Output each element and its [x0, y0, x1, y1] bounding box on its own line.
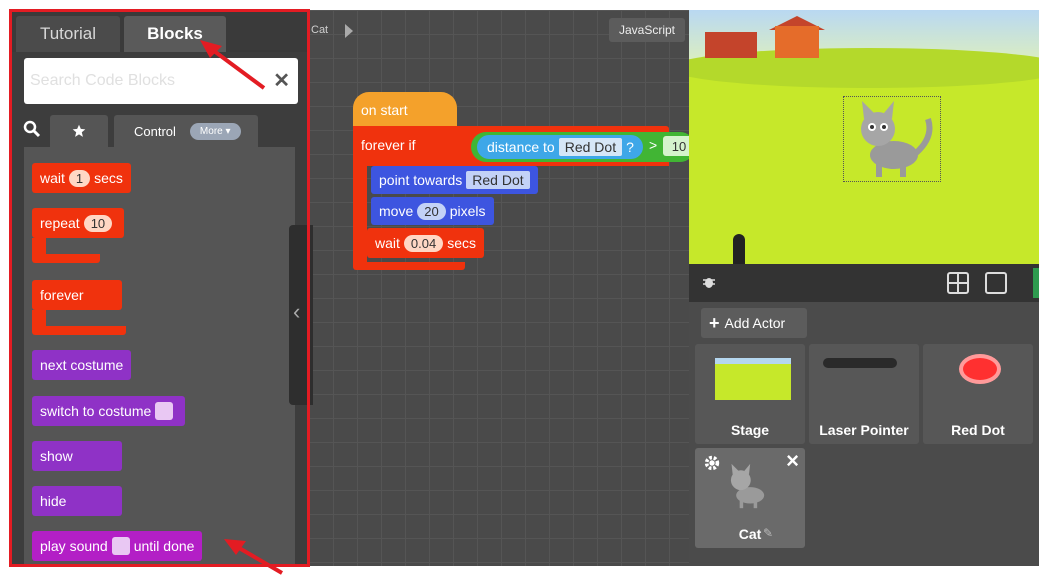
- actor-name: Red Dot: [951, 422, 1005, 438]
- cat-sprite[interactable]: [843, 96, 941, 182]
- wait-unit-workspace: secs: [447, 235, 477, 251]
- actor-card-red-dot[interactable]: Red Dot: [923, 344, 1033, 444]
- gear-icon[interactable]: [703, 454, 721, 472]
- stage-thumbnail: [715, 358, 791, 400]
- wait-label: wait: [40, 170, 65, 186]
- actors-panel: + Add Actor Stage Laser Pointer Red Dot …: [689, 302, 1039, 566]
- point-towards-block[interactable]: point towards Red Dot: [371, 166, 538, 194]
- forever-block[interactable]: forever: [32, 280, 122, 310]
- move-block[interactable]: move 20 pixels: [371, 197, 494, 225]
- code-workspace[interactable]: Cat JavaScript on start forever if dista…: [309, 10, 695, 566]
- forever-if-label: forever if: [361, 137, 416, 153]
- add-actor-button[interactable]: + Add Actor: [701, 308, 807, 338]
- wait-block[interactable]: wait 1 secs: [32, 163, 131, 193]
- greater-than-operator[interactable]: >: [649, 137, 657, 153]
- laser-pointer-thumbnail: [823, 358, 897, 368]
- sound-dropdown[interactable]: [111, 537, 130, 555]
- next-costume-label: next costume: [40, 357, 124, 373]
- distance-target-dropdown[interactable]: Red Dot: [558, 138, 623, 156]
- actor-card-laser-pointer[interactable]: Laser Pointer: [809, 344, 919, 444]
- add-actor-label: Add Actor: [724, 315, 786, 331]
- control-label: Control: [134, 123, 176, 139]
- tab-control[interactable]: Control More ▾: [114, 115, 258, 147]
- favorites-tab[interactable]: [50, 115, 108, 147]
- cat-sprite-image: [861, 101, 933, 177]
- annotation-arrow-top: [200, 40, 266, 90]
- play-arrow-icon[interactable]: [345, 24, 353, 38]
- pencil-icon[interactable]: ✎: [763, 526, 773, 540]
- cat-thumbnail: [730, 463, 765, 509]
- play-sound-label: play sound: [40, 538, 108, 554]
- next-costume-block[interactable]: next costume: [32, 350, 132, 380]
- switch-costume-label: switch to costume: [40, 403, 152, 419]
- annotation-arrow-bottom: [224, 539, 284, 575]
- on-start-block[interactable]: on start: [353, 92, 457, 130]
- repeat-block-foot: [32, 254, 100, 263]
- forever-if-arm: [353, 166, 367, 266]
- run-indicator: [1033, 268, 1039, 298]
- close-icon[interactable]: ×: [786, 448, 799, 474]
- forever-if-foot: [353, 262, 465, 270]
- point-towards-label: point towards: [379, 172, 463, 188]
- bug-icon[interactable]: [701, 274, 717, 290]
- grid-layout-icon[interactable]: [947, 272, 969, 294]
- plus-icon: +: [709, 312, 720, 333]
- forever-if-block[interactable]: forever if distance to Red Dot ? > 10: [353, 126, 695, 166]
- switch-costume-block[interactable]: switch to costume: [32, 396, 186, 426]
- wait-block-workspace[interactable]: wait 0.04 secs: [367, 228, 485, 258]
- wait-unit: secs: [94, 170, 123, 186]
- forever-block-foot: [32, 326, 126, 335]
- collapse-palette-button[interactable]: ‹: [289, 225, 313, 405]
- laser-pointer-sprite[interactable]: [733, 234, 745, 264]
- more-button[interactable]: More ▾: [189, 122, 241, 140]
- hide-block[interactable]: hide: [32, 486, 122, 516]
- show-block[interactable]: show: [32, 441, 122, 471]
- star-icon: [72, 124, 86, 137]
- chevron-left-icon: ‹: [293, 299, 301, 324]
- until-done-label: until done: [133, 538, 195, 554]
- repeat-value[interactable]: 10: [83, 214, 113, 232]
- actor-name: Cat: [738, 526, 762, 542]
- wait-value-workspace[interactable]: 0.04: [403, 234, 444, 252]
- move-value[interactable]: 20: [417, 202, 446, 220]
- actor-breadcrumb[interactable]: Cat: [311, 24, 328, 36]
- actor-name: Stage: [730, 422, 770, 438]
- tab-tutorial[interactable]: Tutorial: [16, 16, 120, 52]
- stage-canvas[interactable]: [689, 10, 1039, 264]
- move-unit: pixels: [449, 203, 486, 219]
- farmhouse-image: [775, 26, 819, 58]
- red-dot-thumbnail: [963, 358, 997, 380]
- distance-block[interactable]: distance to Red Dot ?: [477, 135, 643, 159]
- clear-search-icon[interactable]: ✕: [273, 68, 290, 93]
- stage-toolbar: [689, 264, 1039, 302]
- workspace-toolbar: Cat JavaScript: [309, 10, 689, 50]
- costume-dropdown[interactable]: [155, 402, 174, 420]
- wait-value[interactable]: 1: [68, 169, 91, 187]
- actor-card-cat[interactable]: × Cat ✎: [695, 448, 805, 548]
- point-target-dropdown[interactable]: Red Dot: [466, 171, 530, 189]
- compare-block[interactable]: distance to Red Dot ? > 10: [471, 132, 695, 162]
- distance-label: distance to: [487, 139, 555, 155]
- play-sound-block[interactable]: play sound until done: [32, 531, 203, 561]
- fullscreen-icon[interactable]: [985, 272, 1007, 294]
- hide-label: hide: [40, 493, 67, 509]
- question-mark: ?: [626, 139, 634, 155]
- forever-label: forever: [40, 287, 84, 303]
- move-label: move: [379, 203, 414, 219]
- show-label: show: [40, 448, 73, 464]
- block-list: wait 1 secs repeat 10 forever next costu…: [24, 147, 295, 566]
- app-root: Tutorial Blocks ✕ Control More ▾ wait: [0, 0, 1039, 575]
- repeat-block[interactable]: repeat 10: [32, 208, 125, 238]
- wait-label-workspace: wait: [375, 235, 400, 251]
- actor-name: Laser Pointer: [819, 422, 909, 438]
- search-icon[interactable]: [22, 119, 42, 139]
- category-row: Control More ▾: [10, 113, 309, 147]
- javascript-button[interactable]: JavaScript: [608, 18, 685, 42]
- repeat-label: repeat: [40, 215, 80, 231]
- barn-image: [705, 32, 757, 58]
- actor-card-stage[interactable]: Stage: [695, 344, 805, 444]
